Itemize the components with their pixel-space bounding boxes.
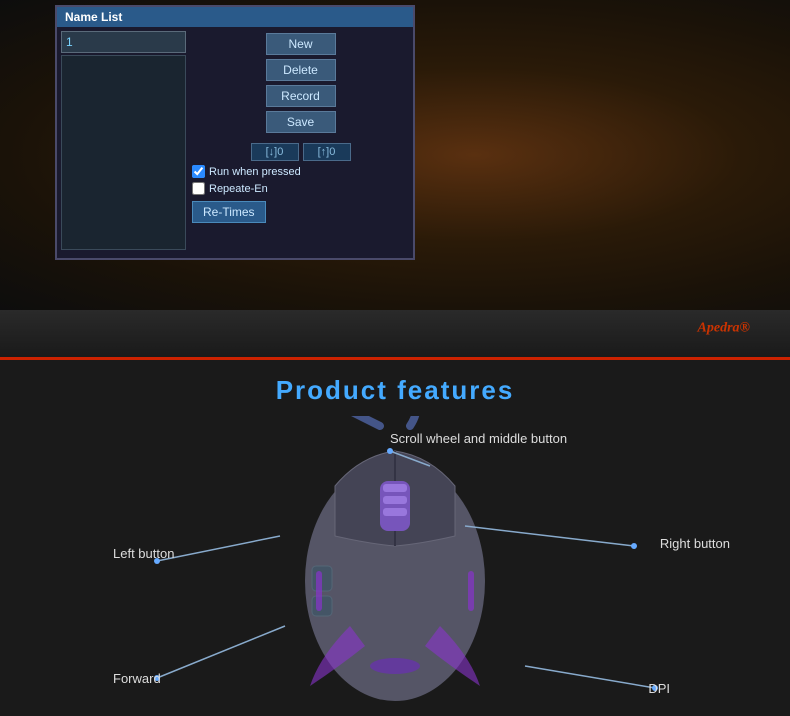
diagram-svg [0,416,790,706]
arrow-row: [↓]0 [↑]0 [192,143,409,161]
scroll-label: Scroll wheel and middle button [390,431,567,446]
forward-label: Forward [113,671,161,686]
re-times-button[interactable]: Re-Times [192,201,266,223]
controls-area: New Delete Record Save [↓]0 [↑] [192,31,409,252]
repeate-en-checkbox[interactable] [192,182,205,195]
mouse-body-group [305,416,485,701]
macro-panel: Name List New Delete Record Save [55,5,415,260]
name-list-input[interactable] [61,31,186,53]
arrow-down-button[interactable]: [↓]0 [251,143,299,161]
delete-button[interactable]: Delete [266,59,336,81]
brand-area: Apedra® [0,310,790,360]
arrow-up-button[interactable]: [↑]0 [303,143,351,161]
repeate-en-row: Repeate-En [192,182,409,195]
right-button-label: Right button [660,536,730,551]
top-section: Name List New Delete Record Save [0,0,790,310]
name-list-box [61,55,186,250]
features-section: Product features [0,360,790,716]
left-button-label: Left button [113,546,174,561]
panel-body: New Delete Record Save [↓]0 [↑] [57,27,413,256]
new-button[interactable]: New [266,33,336,55]
run-when-pressed-row: Run when pressed [192,165,409,178]
brand-name: Apedra [698,320,740,335]
record-button[interactable]: Record [266,85,336,107]
save-button[interactable]: Save [266,111,336,133]
repeate-en-label: Repeate-En [209,183,268,195]
run-when-pressed-label: Run when pressed [209,166,301,178]
mouse-diagram: Scroll wheel and middle button Left butt… [0,416,790,706]
dpi-label: DPI [648,681,670,696]
features-title: Product features [0,360,790,416]
brand-logo: Apedra® [698,318,750,350]
brand-suffix: ® [740,320,750,335]
run-when-pressed-checkbox[interactable] [192,165,205,178]
panel-header: Name List [57,7,413,27]
name-list-area [61,31,186,252]
panel-title: Name List [65,10,122,24]
